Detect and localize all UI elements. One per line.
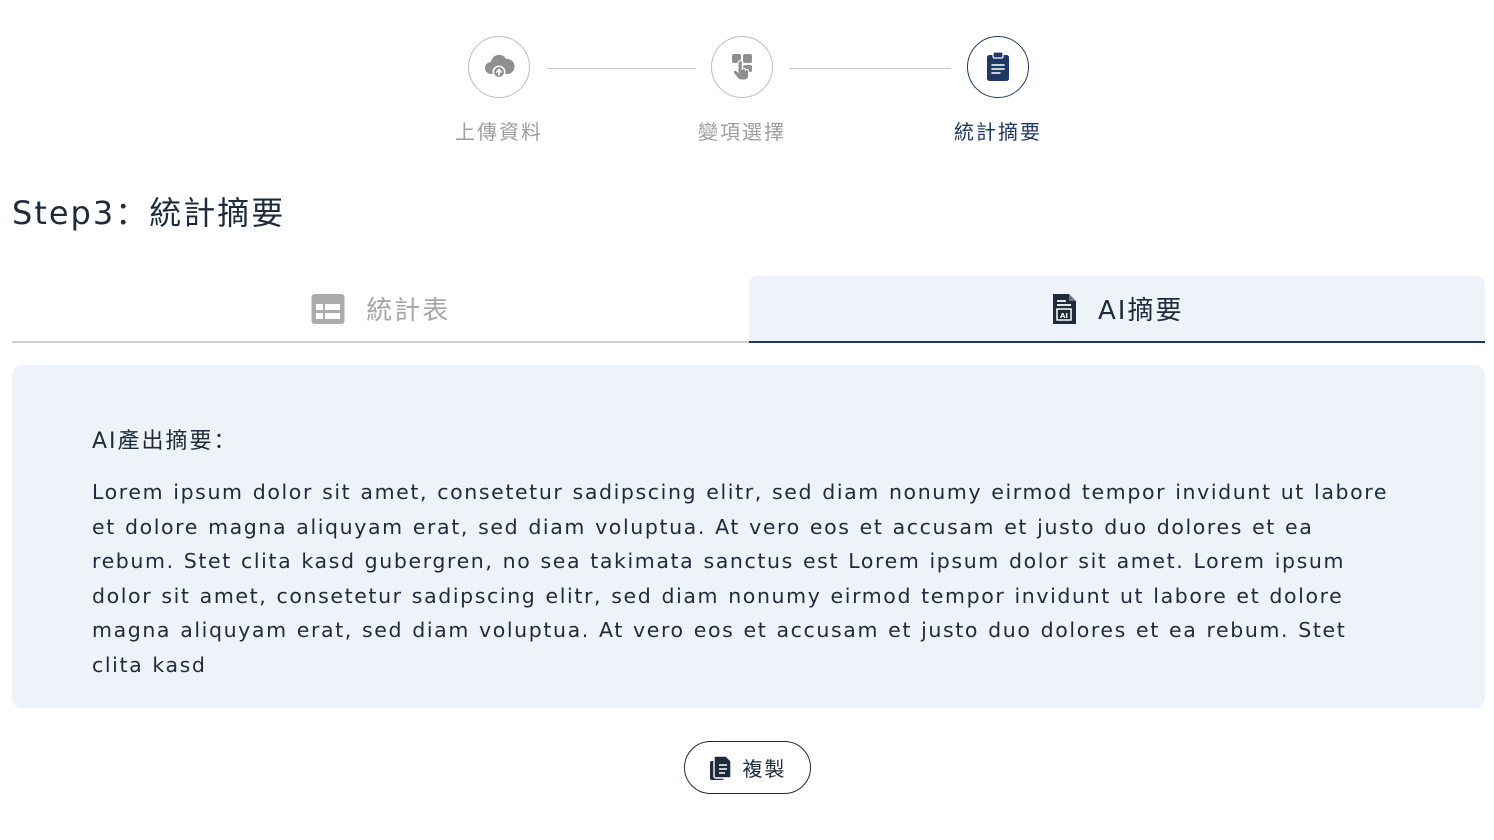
step-summary-circle — [967, 36, 1029, 98]
tab-ai-summary[interactable]: AI AI摘要 — [748, 276, 1485, 343]
step-upload-label: 上傳資料 — [455, 120, 543, 144]
result-tabs: 統計表 AI AI摘要 — [12, 276, 1485, 343]
summary-heading: AI產出摘要： — [92, 429, 238, 454]
cloud-upload-icon — [482, 50, 516, 84]
clipboard-icon — [983, 50, 1013, 84]
tab-ai-summary-label: AI摘要 — [1098, 296, 1184, 326]
summary-body-text: Lorem ipsum dolor sit amet, consetetur s… — [92, 480, 1389, 677]
step-variable-label: 變項選擇 — [698, 120, 786, 144]
table-icon — [310, 292, 346, 326]
ai-document-icon: AI — [1050, 292, 1078, 326]
step-summary-label: 統計摘要 — [954, 120, 1042, 144]
step-upload-data[interactable]: 上傳資料 — [419, 36, 579, 145]
step-variable-selection[interactable]: 變項選擇 — [662, 36, 822, 145]
tab-statistics-table-label: 統計表 — [366, 296, 451, 326]
copy-button-label: 複製 — [742, 757, 787, 781]
page-title: Step3：統計摘要 — [12, 194, 286, 232]
step-upload-circle — [468, 36, 530, 98]
svg-text:AI: AI — [1060, 312, 1068, 320]
copy-icon — [709, 754, 733, 782]
copy-button[interactable]: 複製 — [684, 741, 811, 794]
tab-statistics-table[interactable]: 統計表 — [12, 276, 749, 343]
progress-stepper: 上傳資料 變項選擇 統計摘要 — [0, 36, 1494, 156]
step-statistics-summary[interactable]: 統計摘要 — [918, 36, 1078, 145]
touch-select-icon — [725, 50, 759, 84]
ai-summary-panel: AI產出摘要： Lorem ipsum dolor sit amet, cons… — [12, 365, 1485, 708]
step-variable-circle — [711, 36, 773, 98]
